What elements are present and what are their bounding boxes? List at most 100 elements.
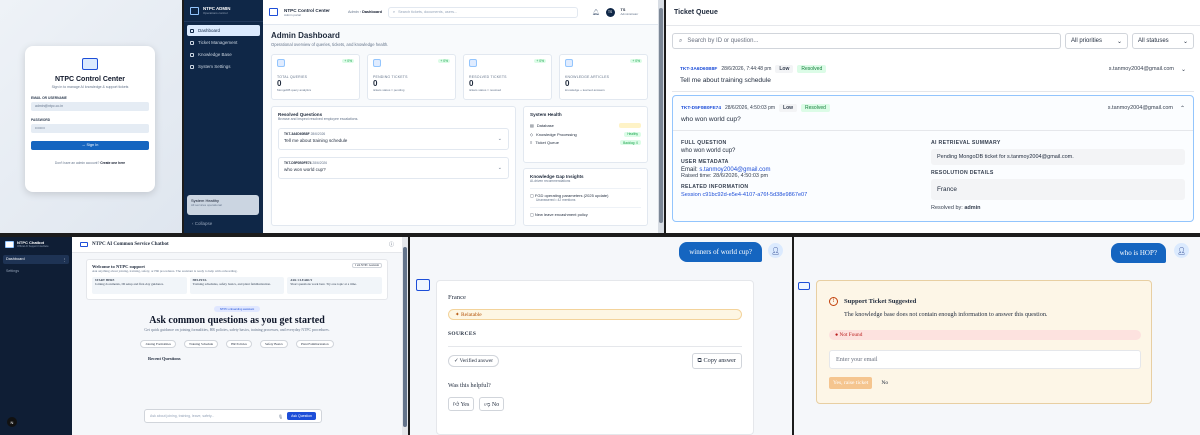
gear-icon — [190, 64, 194, 69]
nav-item-ticket-management[interactable]: Ticket Management — [187, 37, 260, 48]
ticket-datetime: 28/6/2026, 7:44:48 pm — [721, 66, 772, 72]
list-item[interactable]: TKT-D5F0B0FE74 28/6/2026 who won world cu… — [278, 157, 509, 179]
help-icon[interactable]: ⓘ — [389, 241, 394, 248]
scrollbar-thumb[interactable] — [659, 8, 663, 223]
breadcrumb-root[interactable]: Admin — [348, 10, 359, 14]
support-message: The knowledge base does not contain enou… — [844, 311, 1048, 318]
resolution-text: France — [931, 179, 1185, 200]
chart-icon — [277, 59, 285, 67]
microphone-icon[interactable]: 🎙︎ — [278, 414, 283, 419]
sign-in-label: Sign In — [86, 143, 99, 147]
health-row-label: Knowledge Processing — [536, 131, 577, 137]
topic-chip[interactable]: Safety Basics — [259, 340, 288, 348]
login-card: NTPC Control Center Sign in to manage AI… — [25, 46, 155, 192]
status-select[interactable]: All statuses ⌄ — [1132, 33, 1194, 49]
gap-item[interactable]: ▢ FGD operating parameters (2025 update)… — [530, 188, 641, 202]
nav-item-knowledge-base[interactable]: Knowledge Base — [187, 49, 260, 60]
collapse-button[interactable]: ‹ Collapse — [192, 221, 212, 226]
ticket-row[interactable]: TKT-3A6D60B8F 28/6/2026, 7:44:48 pm Low Res… — [672, 60, 1194, 92]
health-subtitle: All services operational — [191, 203, 222, 207]
nav-item-system-settings[interactable]: System Settings — [187, 61, 260, 72]
resolved-by-prefix: Resolved by: — [931, 205, 963, 211]
health-row-label: Ticket Queue — [535, 140, 559, 145]
ticket-email: s.tanmoy2004@gmail.com — [1107, 105, 1173, 111]
session-link[interactable]: Session c91bc92d-e5e4-4107-a76f-5d38e986… — [681, 192, 931, 198]
chevron-down-icon: ⌄ — [497, 165, 502, 171]
info-desc: Short questions work best. Try one topic… — [290, 282, 357, 286]
logo-icon — [80, 242, 88, 247]
admin-main: Admin Dashboard Operational overview of … — [263, 25, 656, 233]
page-title: Admin Dashboard — [271, 31, 340, 40]
sidebar-item-settings[interactable]: Settings — [3, 267, 69, 275]
search-placeholder: Search tickets, documents, users... — [398, 10, 458, 14]
resolved-by-user: admin — [964, 205, 981, 211]
topic-chip[interactable]: Training Schedule — [183, 340, 219, 348]
system-health-status: System Healthy All services operational — [187, 195, 259, 215]
create-account-link[interactable]: Create one here — [100, 161, 125, 165]
ticket-queue: Ticket Queue ⌕ Search by ID or question..… — [666, 0, 1200, 233]
stat-card-pending-tickets: + 0% PENDING TICKETS 0 tickets status = pen… — [367, 54, 456, 100]
bell-icon[interactable]: 🔔︎ — [592, 9, 600, 16]
thumbs-down-button[interactable]: 👎︎ No — [479, 397, 505, 411]
support-card: ! Support Ticket Suggested The knowledge … — [816, 280, 1152, 404]
list-item[interactable]: TKT-3A6D60B8F 28/6/2026 Tell me about tra… — [278, 128, 509, 150]
chevron-up-icon[interactable]: ⌃ — [1180, 105, 1185, 112]
stat-card-total-queries: + 0% TOTAL QUERIES 0 MongoDB query analytic… — [271, 54, 360, 100]
decline-button[interactable]: No — [876, 377, 893, 389]
admin-search-input[interactable]: ⌕ Search tickets, documents, users... — [387, 6, 578, 18]
system-health-card: System Health ▤ Database ◇ Knowledge Proce… — [523, 106, 648, 163]
gap-item-title: New leave encashment policy — [534, 212, 588, 217]
more-icon[interactable]: ⋮ — [62, 257, 66, 262]
answer-text: France — [448, 294, 466, 301]
verified-label: Verified answer — [459, 358, 494, 364]
ask-question-button[interactable]: Ask Question — [287, 412, 316, 420]
not-found-label: Not Found — [839, 332, 863, 338]
priority-select[interactable]: All priorities ⌄ — [1065, 33, 1128, 49]
sign-in-button[interactable]: → Sign In — [31, 141, 149, 150]
sidebar-item-dashboard[interactable]: Dashboard ⋮ — [3, 255, 69, 264]
bot-avatar-icon — [798, 282, 810, 290]
ask-description: Get quick guidance on joining formalitie… — [144, 328, 330, 332]
nav-item-dashboard[interactable]: Dashboard — [187, 25, 260, 36]
info-column: ASK CLEARLY Short questions work best. Tr… — [287, 277, 383, 294]
chatbot-brand: NTPC Chatbot Official AI Support Interfac… — [0, 237, 72, 252]
ticket-row-expanded[interactable]: TKT-D5F0B0FE74 28/6/2026, 4:50:03 pm Low Re… — [672, 95, 1194, 222]
breadcrumb-current: Dashboard — [362, 10, 382, 14]
admin-nav: Dashboard Ticket Management Knowledge Ba… — [184, 22, 263, 76]
relatable-label: Relatable — [460, 312, 482, 318]
topic-chip[interactable]: Joining Formalities — [140, 340, 176, 348]
login-subtitle: Sign in to manage AI knowledge & support… — [51, 85, 129, 89]
status-badge: Healthy — [624, 131, 641, 137]
chevron-down-icon: ⌄ — [1180, 66, 1186, 73]
password-field[interactable]: •••••••• — [31, 124, 149, 133]
priority-badge: Low — [775, 65, 794, 73]
stat-value: 0 — [469, 79, 474, 88]
topic-chip[interactable]: HR Policies — [226, 340, 252, 348]
topic-chip[interactable]: Plant Familiarization — [295, 340, 334, 348]
thumbs-up-button[interactable]: 👍︎ Yes — [448, 397, 475, 411]
scrollbar[interactable] — [658, 0, 664, 233]
brand-subtitle: Operations control — [203, 11, 228, 15]
info-column: HELPFUL Training schedules, safety basics… — [189, 277, 285, 294]
chat-input[interactable]: Ask about joining, training, leave, safe… — [144, 409, 322, 423]
chevron-down-icon: ⌄ — [497, 136, 502, 142]
thumbs-up-icon: 👍︎ — [453, 402, 461, 408]
check-icon — [469, 59, 477, 67]
email-field[interactable]: admin@ntpc.co.in — [31, 102, 149, 111]
info-desc: Joining documents, ID setup and first-da… — [95, 282, 164, 286]
avatar[interactable]: N — [7, 417, 17, 427]
chat-answer-view: winners of world cup? 👤︎ France ✦ Relata… — [410, 237, 792, 435]
email-input[interactable]: Enter your email — [829, 350, 1141, 369]
avatar[interactable]: TS — [605, 7, 615, 17]
raise-ticket-button[interactable]: Yes, raise ticket — [829, 377, 873, 389]
nav-label: Knowledge Base — [198, 52, 232, 57]
user-message: winners of world cup? — [679, 242, 762, 262]
signup-footer: Don't have an admin account? Create one … — [31, 161, 149, 165]
admin-brand: NTPC ADMIN Operations control — [184, 0, 263, 22]
scrollbar[interactable] — [402, 237, 408, 435]
ticket-search-input[interactable]: ⌕ Search by ID or question... — [672, 33, 1061, 49]
gap-item[interactable]: ▢ New leave encashment policy — [530, 207, 641, 217]
scrollbar-thumb[interactable] — [403, 247, 407, 427]
resolution-label: RESOLUTION DETAILS — [931, 170, 994, 176]
copy-answer-button[interactable]: ⧉ Copy answer — [691, 353, 742, 369]
